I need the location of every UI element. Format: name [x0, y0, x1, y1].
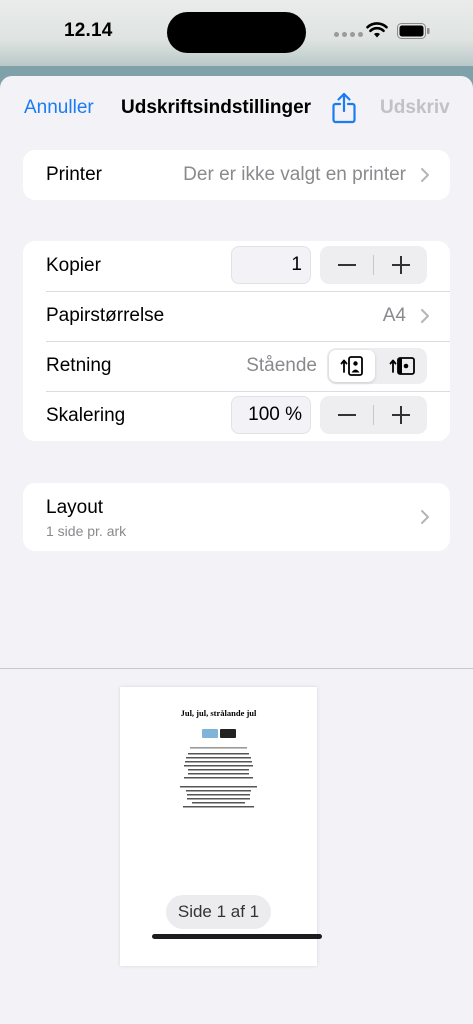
landscape-orientation-icon	[389, 357, 415, 375]
portrait-orientation-icon	[340, 356, 363, 376]
print-preview-area: Jul, jul, strålande jul Side 1 af 1	[0, 668, 473, 1024]
printer-row[interactable]: Printer Der er ikke valgt en printer	[23, 150, 450, 200]
layout-group: Layout 1 side pr. ark	[23, 483, 450, 551]
share-icon[interactable]	[331, 92, 357, 124]
print-button[interactable]: Udskriv	[380, 97, 450, 119]
copies-row: Kopier 1	[23, 241, 450, 291]
scaling-row: Skalering 100 %	[23, 391, 450, 441]
printer-value: Der er ikke valgt en printer	[183, 164, 406, 185]
scaling-label: Skalering	[46, 405, 126, 426]
scaling-field[interactable]: 100 %	[231, 396, 311, 434]
status-bar: 12.14	[0, 0, 473, 66]
scaling-stepper	[320, 396, 427, 434]
preview-document-title: Jul, jul, strålande jul	[180, 708, 257, 718]
copies-stepper	[320, 246, 427, 284]
chevron-right-icon	[421, 168, 429, 182]
paper-size-value: A4	[382, 305, 406, 326]
battery-icon	[397, 23, 430, 39]
scaling-increment-button[interactable]	[374, 396, 427, 434]
chevron-right-icon	[421, 309, 429, 323]
page-indicator: Side 1 af 1	[166, 895, 271, 929]
preview-body-text	[180, 747, 257, 808]
copies-decrement-button[interactable]	[320, 246, 373, 284]
scaling-decrement-button[interactable]	[320, 396, 373, 434]
dynamic-island	[167, 12, 306, 53]
paper-size-row[interactable]: Papirstørrelse A4	[23, 291, 450, 341]
print-settings-group: Kopier 1 Papirstørrelse A4 Retning Ståen…	[23, 241, 450, 441]
paper-size-label: Papirstørrelse	[46, 305, 165, 326]
landscape-button[interactable]	[379, 350, 425, 382]
copies-field[interactable]: 1	[231, 246, 311, 284]
nav-bar: Annuller Udskriftsindstillinger Udskriv	[0, 76, 473, 144]
copies-label: Kopier	[46, 255, 101, 276]
orientation-row: Retning Stående	[23, 341, 450, 391]
minus-icon	[337, 264, 356, 266]
copies-increment-button[interactable]	[374, 246, 427, 284]
plus-icon	[391, 406, 410, 424]
print-options-sheet: Annuller Udskriftsindstillinger Udskriv …	[0, 76, 473, 1024]
cancel-button[interactable]: Annuller	[24, 97, 94, 119]
printer-label: Printer	[46, 164, 102, 185]
wifi-icon	[366, 22, 388, 38]
minus-icon	[337, 414, 356, 416]
status-time: 12.14	[64, 20, 113, 41]
portrait-button[interactable]	[329, 350, 375, 382]
orientation-segmented-control	[327, 348, 427, 384]
orientation-value: Stående	[246, 355, 317, 376]
layout-row[interactable]: Layout 1 side pr. ark	[23, 483, 450, 551]
printer-group: Printer Der er ikke valgt en printer	[23, 150, 450, 200]
orientation-label: Retning	[46, 355, 112, 376]
preview-app-badges	[202, 729, 236, 738]
layout-label: Layout	[46, 497, 104, 518]
page-title: Udskriftsindstillinger	[121, 97, 312, 118]
cellular-signal-icon	[334, 32, 363, 37]
layout-subtitle: 1 side pr. ark	[46, 523, 127, 539]
plus-icon	[391, 256, 410, 274]
home-indicator	[152, 934, 322, 939]
chevron-right-icon	[421, 510, 429, 524]
